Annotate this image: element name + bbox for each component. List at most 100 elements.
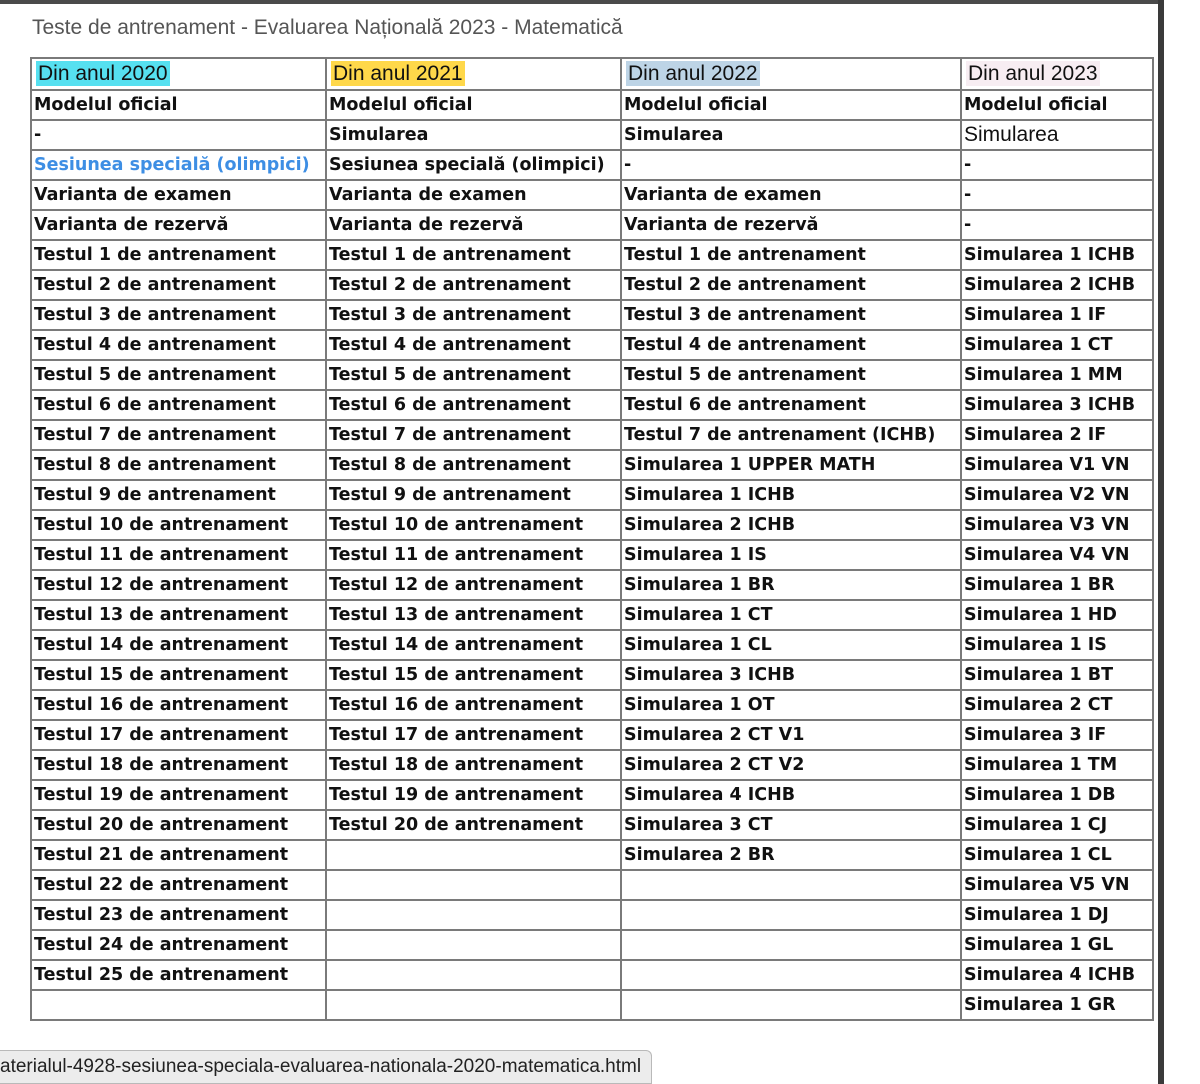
test-link-2020[interactable]: Testul 18 de antrenament <box>30 749 327 781</box>
test-link-2020[interactable]: Testul 7 de antrenament <box>30 419 327 451</box>
test-link-2022[interactable]: Simularea 1 UPPER MATH <box>620 449 962 481</box>
test-link-2023[interactable]: Simularea 1 CT <box>960 329 1154 361</box>
test-link-2020[interactable]: Testul 14 de antrenament <box>30 629 327 661</box>
test-link-2022[interactable]: Simularea 2 CT V2 <box>620 749 962 781</box>
test-link-2021[interactable]: Varianta de rezervă <box>325 209 622 241</box>
test-link-2023[interactable]: Simularea V4 VN <box>960 539 1154 571</box>
test-link-2021[interactable]: Testul 17 de antrenament <box>325 719 622 751</box>
test-link-2023[interactable]: Simularea V5 VN <box>960 869 1154 901</box>
test-link-2020[interactable]: Testul 10 de antrenament <box>30 509 327 541</box>
test-link-2023[interactable]: Simularea 2 IF <box>960 419 1154 451</box>
test-link-2020[interactable]: Testul 6 de antrenament <box>30 389 327 421</box>
test-link-2021[interactable]: Testul 4 de antrenament <box>325 329 622 361</box>
test-link-2020[interactable]: Testul 19 de antrenament <box>30 779 327 811</box>
test-link-2020[interactable]: Testul 12 de antrenament <box>30 569 327 601</box>
test-link-2023[interactable]: Simularea 1 BT <box>960 659 1154 691</box>
test-link-2023[interactable]: Simularea 2 CT <box>960 689 1154 721</box>
test-link-2023[interactable]: Simularea 1 TM <box>960 749 1154 781</box>
test-link-2023[interactable]: Simularea 1 HD <box>960 599 1154 631</box>
test-link-2023[interactable]: Simularea V2 VN <box>960 479 1154 511</box>
test-link-2022[interactable]: Varianta de rezervă <box>620 209 962 241</box>
test-link-2023[interactable]: Simularea 1 IF <box>960 299 1154 331</box>
test-link-2021[interactable]: Testul 10 de antrenament <box>325 509 622 541</box>
test-link-2022[interactable]: Testul 6 de antrenament <box>620 389 962 421</box>
test-link-2021[interactable]: Testul 13 de antrenament <box>325 599 622 631</box>
test-link-2022[interactable]: Testul 1 de antrenament <box>620 239 962 271</box>
test-link-2023[interactable]: Simularea 1 CJ <box>960 809 1154 841</box>
test-link-2023[interactable]: Modelul oficial <box>960 89 1154 121</box>
test-link-2023[interactable]: Simularea 1 ICHB <box>960 239 1154 271</box>
test-link-2022[interactable]: Testul 2 de antrenament <box>620 269 962 301</box>
test-link-2021[interactable]: Testul 15 de antrenament <box>325 659 622 691</box>
test-link-2021[interactable]: Testul 14 de antrenament <box>325 629 622 661</box>
test-link-2022[interactable]: Simularea 2 ICHB <box>620 509 962 541</box>
test-link-2022[interactable]: Simularea 1 CT <box>620 599 962 631</box>
test-link-2023[interactable]: Simularea 1 DJ <box>960 899 1154 931</box>
test-link-2023[interactable]: Simularea 1 GR <box>960 989 1154 1021</box>
test-link-2020[interactable]: Testul 20 de antrenament <box>30 809 327 841</box>
test-link-2020[interactable]: Testul 4 de antrenament <box>30 329 327 361</box>
test-link-2023[interactable]: Simularea <box>960 119 1154 151</box>
test-link-2022[interactable]: Simularea 1 BR <box>620 569 962 601</box>
test-link-2023[interactable]: Simularea 1 IS <box>960 629 1154 661</box>
test-link-2023[interactable]: Simularea 3 ICHB <box>960 389 1154 421</box>
test-link-2021[interactable]: Testul 7 de antrenament <box>325 419 622 451</box>
test-link-2020[interactable]: Varianta de examen <box>30 179 327 211</box>
test-link-2023[interactable]: Simularea 1 GL <box>960 929 1154 961</box>
test-link-2022[interactable]: Testul 3 de antrenament <box>620 299 962 331</box>
test-link-2023[interactable]: Simularea 1 BR <box>960 569 1154 601</box>
test-link-2020[interactable]: Testul 13 de antrenament <box>30 599 327 631</box>
test-link-2020[interactable]: Modelul oficial <box>30 89 327 121</box>
test-link-2020[interactable]: Testul 2 de antrenament <box>30 269 327 301</box>
test-link-2020[interactable]: Testul 9 de antrenament <box>30 479 327 511</box>
test-link-2021[interactable]: Sesiunea specială (olimpici) <box>325 149 622 181</box>
test-link-2021[interactable]: Testul 2 de antrenament <box>325 269 622 301</box>
test-link-2020[interactable]: Testul 1 de antrenament <box>30 239 327 271</box>
test-link-2022[interactable]: Testul 4 de antrenament <box>620 329 962 361</box>
test-link-2023[interactable]: Simularea V3 VN <box>960 509 1154 541</box>
test-link-2023[interactable]: Simularea 4 ICHB <box>960 959 1154 991</box>
test-link-2020[interactable]: Testul 24 de antrenament <box>30 929 327 961</box>
test-link-2022[interactable]: Simularea 2 BR <box>620 839 962 871</box>
test-link-2021[interactable]: Testul 1 de antrenament <box>325 239 622 271</box>
test-link-2023[interactable]: Simularea 2 ICHB <box>960 269 1154 301</box>
test-link-2022[interactable]: Modelul oficial <box>620 89 962 121</box>
test-link-2021[interactable]: Testul 16 de antrenament <box>325 689 622 721</box>
test-link-2021[interactable]: Testul 3 de antrenament <box>325 299 622 331</box>
test-link-2021[interactable]: Testul 20 de antrenament <box>325 809 622 841</box>
test-link-2022[interactable]: Simularea <box>620 119 962 151</box>
test-link-2023[interactable]: Simularea 1 DB <box>960 779 1154 811</box>
test-link-2021[interactable]: Testul 6 de antrenament <box>325 389 622 421</box>
test-link-2022[interactable]: Testul 5 de antrenament <box>620 359 962 391</box>
test-link-2020[interactable]: Testul 3 de antrenament <box>30 299 327 331</box>
test-link-2021[interactable]: Testul 12 de antrenament <box>325 569 622 601</box>
test-link-2021[interactable]: Testul 5 de antrenament <box>325 359 622 391</box>
test-link-2020[interactable]: Testul 21 de antrenament <box>30 839 327 871</box>
test-link-2020[interactable]: Testul 25 de antrenament <box>30 959 327 991</box>
test-link-2023[interactable]: Simularea V1 VN <box>960 449 1154 481</box>
test-link-2021[interactable]: Testul 8 de antrenament <box>325 449 622 481</box>
test-link-2020[interactable]: Testul 8 de antrenament <box>30 449 327 481</box>
test-link-2021[interactable]: Testul 18 de antrenament <box>325 749 622 781</box>
test-link-2020[interactable]: Varianta de rezervă <box>30 209 327 241</box>
test-link-2023[interactable]: Simularea 1 CL <box>960 839 1154 871</box>
test-link-2022[interactable]: Simularea 1 IS <box>620 539 962 571</box>
test-link-2020[interactable]: Testul 5 de antrenament <box>30 359 327 391</box>
test-link-2021[interactable]: Modelul oficial <box>325 89 622 121</box>
test-link-2023[interactable]: Simularea 3 IF <box>960 719 1154 751</box>
test-link-2022[interactable]: Simularea 3 CT <box>620 809 962 841</box>
test-link-2022[interactable]: Testul 7 de antrenament (ICHB) <box>620 419 962 451</box>
test-link-2022[interactable]: Simularea 3 ICHB <box>620 659 962 691</box>
test-link-2022[interactable]: Simularea 1 CL <box>620 629 962 661</box>
test-link-2020[interactable]: Testul 22 de antrenament <box>30 869 327 901</box>
test-link-2021[interactable]: Testul 11 de antrenament <box>325 539 622 571</box>
test-link-2022[interactable]: Simularea 1 ICHB <box>620 479 962 511</box>
test-link-2021[interactable]: Varianta de examen <box>325 179 622 211</box>
test-link-2021[interactable]: Testul 9 de antrenament <box>325 479 622 511</box>
test-link-2020[interactable]: Sesiunea specială (olimpici) <box>30 149 327 181</box>
test-link-2020[interactable]: Testul 16 de antrenament <box>30 689 327 721</box>
test-link-2022[interactable]: Simularea 1 OT <box>620 689 962 721</box>
test-link-2022[interactable]: Simularea 2 CT V1 <box>620 719 962 751</box>
test-link-2020[interactable]: Testul 11 de antrenament <box>30 539 327 571</box>
test-link-2021[interactable]: Testul 19 de antrenament <box>325 779 622 811</box>
